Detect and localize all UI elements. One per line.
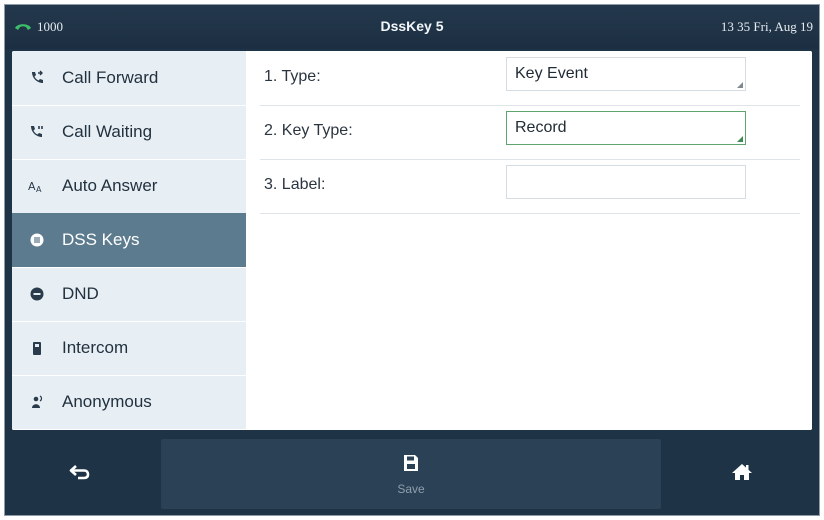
key-type-select[interactable]: Record	[506, 111, 746, 145]
sidebar: Call Forward Call Waiting AA Auto Answer…	[12, 51, 246, 430]
sidebar-item-label: Intercom	[62, 338, 129, 357]
anonymous-icon	[12, 394, 62, 410]
svg-text:A: A	[36, 185, 42, 193]
form-row-key-type: 2. Key Type: Record	[260, 105, 800, 160]
date-time: 13 35 Fri, Aug 19	[720, 19, 813, 34]
sidebar-item-auto-answer[interactable]: AA Auto Answer	[12, 159, 246, 214]
home-button[interactable]	[665, 439, 819, 509]
form-row-type: 1. Type: Key Event	[260, 51, 800, 106]
sidebar-item-label: Auto Answer	[62, 176, 158, 195]
dropdown-corner-icon	[737, 82, 743, 88]
svg-text:A: A	[28, 180, 36, 193]
page-title: DssKey 5	[380, 18, 444, 34]
save-label: Save	[397, 481, 425, 496]
sidebar-item-anonymous[interactable]: Anonymous	[12, 375, 246, 430]
call-waiting-icon	[12, 124, 62, 140]
sidebar-item-call-waiting[interactable]: Call Waiting	[12, 105, 246, 160]
auto-answer-icon: AA	[12, 179, 62, 193]
phone-screen: 1000 DssKey 5 13 35 Fri, Aug 19 Call For…	[4, 4, 820, 516]
back-arrow-icon	[69, 463, 91, 486]
sidebar-item-intercom[interactable]: Intercom	[12, 321, 246, 376]
title-bar: 1000 DssKey 5 13 35 Fri, Aug 19	[5, 5, 819, 49]
form-row-label: 3. Label:	[260, 159, 800, 214]
home-icon	[730, 462, 754, 487]
sidebar-item-dss-keys[interactable]: DSS Keys	[12, 213, 246, 268]
back-button[interactable]	[5, 439, 155, 509]
type-value: Key Event	[515, 65, 588, 82]
sidebar-item-label: DND	[62, 284, 99, 303]
save-icon	[401, 453, 421, 478]
dss-keys-icon	[12, 233, 62, 247]
sidebar-item-label: DSS Keys	[62, 230, 140, 249]
type-select[interactable]: Key Event	[506, 57, 746, 91]
label-input[interactable]	[506, 165, 746, 199]
softkey-bar: Save	[5, 433, 819, 515]
key-type-label: 2. Key Type:	[264, 122, 353, 139]
intercom-icon	[12, 340, 62, 356]
sidebar-item-label: Call Waiting	[62, 122, 153, 141]
type-label: 1. Type:	[264, 68, 321, 85]
key-type-value: Record	[515, 119, 567, 136]
dropdown-corner-icon	[737, 136, 743, 142]
save-button[interactable]: Save	[161, 439, 661, 509]
dsskey-form: 1. Type: Key Event 2. Key Type: Record 3…	[246, 51, 812, 430]
sidebar-item-label: Anonymous	[62, 392, 152, 411]
label-field-label: 3. Label:	[264, 176, 326, 193]
settings-panel: Call Forward Call Waiting AA Auto Answer…	[12, 51, 812, 430]
dnd-icon	[12, 287, 62, 301]
sidebar-item-dnd[interactable]: DND	[12, 267, 246, 322]
sidebar-item-call-forward[interactable]: Call Forward	[12, 51, 246, 106]
sidebar-item-label: Call Forward	[62, 68, 159, 87]
call-forward-icon	[12, 70, 62, 86]
